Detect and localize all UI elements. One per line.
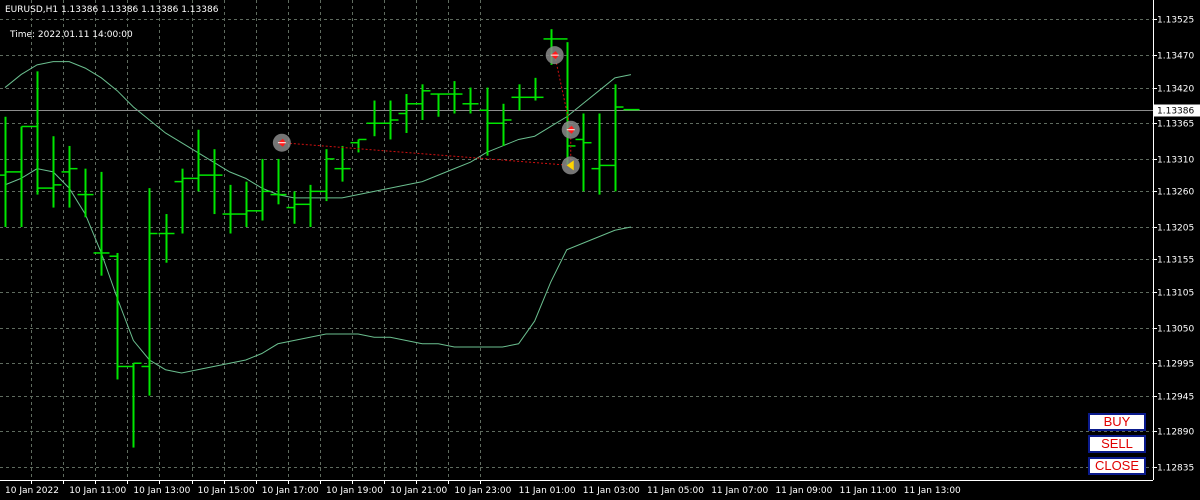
trade-marker-entry[interactable] [272, 133, 291, 152]
trade-marker-exit[interactable] [561, 120, 580, 139]
y-tick-label: 1.13470 [1157, 52, 1194, 62]
y-tick-label: 1.13050 [1157, 325, 1194, 335]
y-tick-label: 1.13420 [1157, 85, 1194, 95]
x-tick-label: 10 Jan 19:00 [326, 486, 383, 496]
symbol-info: EURUSD,H1 1.13386 1.13386 1.13386 1.1338… [5, 5, 219, 15]
x-tick-label: 11 Jan 13:00 [904, 486, 961, 496]
y-tick-label: 1.13105 [1157, 289, 1194, 299]
price-chart[interactable]: 1.13525 1.13470 1.13420 1.13365 1.13310 1.132… [0, 0, 1200, 500]
x-tick-label: 11 Jan 05:00 [647, 486, 704, 496]
x-tick-label: 10 Jan 15:00 [198, 486, 255, 496]
grid [0, 0, 1200, 500]
y-tick-label: 1.13365 [1157, 120, 1194, 130]
x-tick-label: 10 Jan 21:00 [390, 486, 447, 496]
buy-button[interactable]: BUY [1088, 413, 1146, 431]
y-tick-label: 1.13205 [1157, 224, 1194, 234]
x-tick-label: 10 Jan 17:00 [262, 486, 319, 496]
x-tick-label: 11 Jan 09:00 [775, 486, 832, 496]
x-tick-label: 10 Jan 23:00 [454, 486, 511, 496]
trade-marker-close[interactable] [561, 156, 580, 175]
y-tick-label: 1.13155 [1157, 256, 1194, 266]
x-tick-label: 11 Jan 07:00 [711, 486, 768, 496]
time-info: Time: 2022.01.11 14:00:00 [10, 30, 133, 40]
y-tick-label: 1.13525 [1157, 16, 1194, 26]
trade-marker-exit[interactable] [545, 46, 564, 65]
current-price-label: 1.13386 [1157, 107, 1194, 117]
close-button[interactable]: CLOSE [1088, 457, 1146, 475]
chart-background [0, 0, 1200, 500]
y-tick-label: 1.12995 [1157, 360, 1194, 370]
y-tick-label: 1.13310 [1157, 156, 1194, 166]
x-tick-label: 11 Jan 11:00 [840, 486, 897, 496]
x-tick-label: 11 Jan 01:00 [519, 486, 576, 496]
x-tick-label: 10 Jan 11:00 [69, 486, 126, 496]
x-tick-label: 11 Jan 03:00 [583, 486, 640, 496]
y-tick-label: 1.12890 [1157, 428, 1194, 438]
y-tick-label: 1.13260 [1157, 188, 1194, 198]
y-tick-label: 1.12945 [1157, 393, 1194, 403]
x-tick-label: 10 Jan 13:00 [133, 486, 190, 496]
y-tick-label: 1.12835 [1157, 464, 1194, 474]
x-tick-label: 10 Jan 2022 [5, 486, 59, 496]
sell-button[interactable]: SELL [1088, 435, 1146, 453]
